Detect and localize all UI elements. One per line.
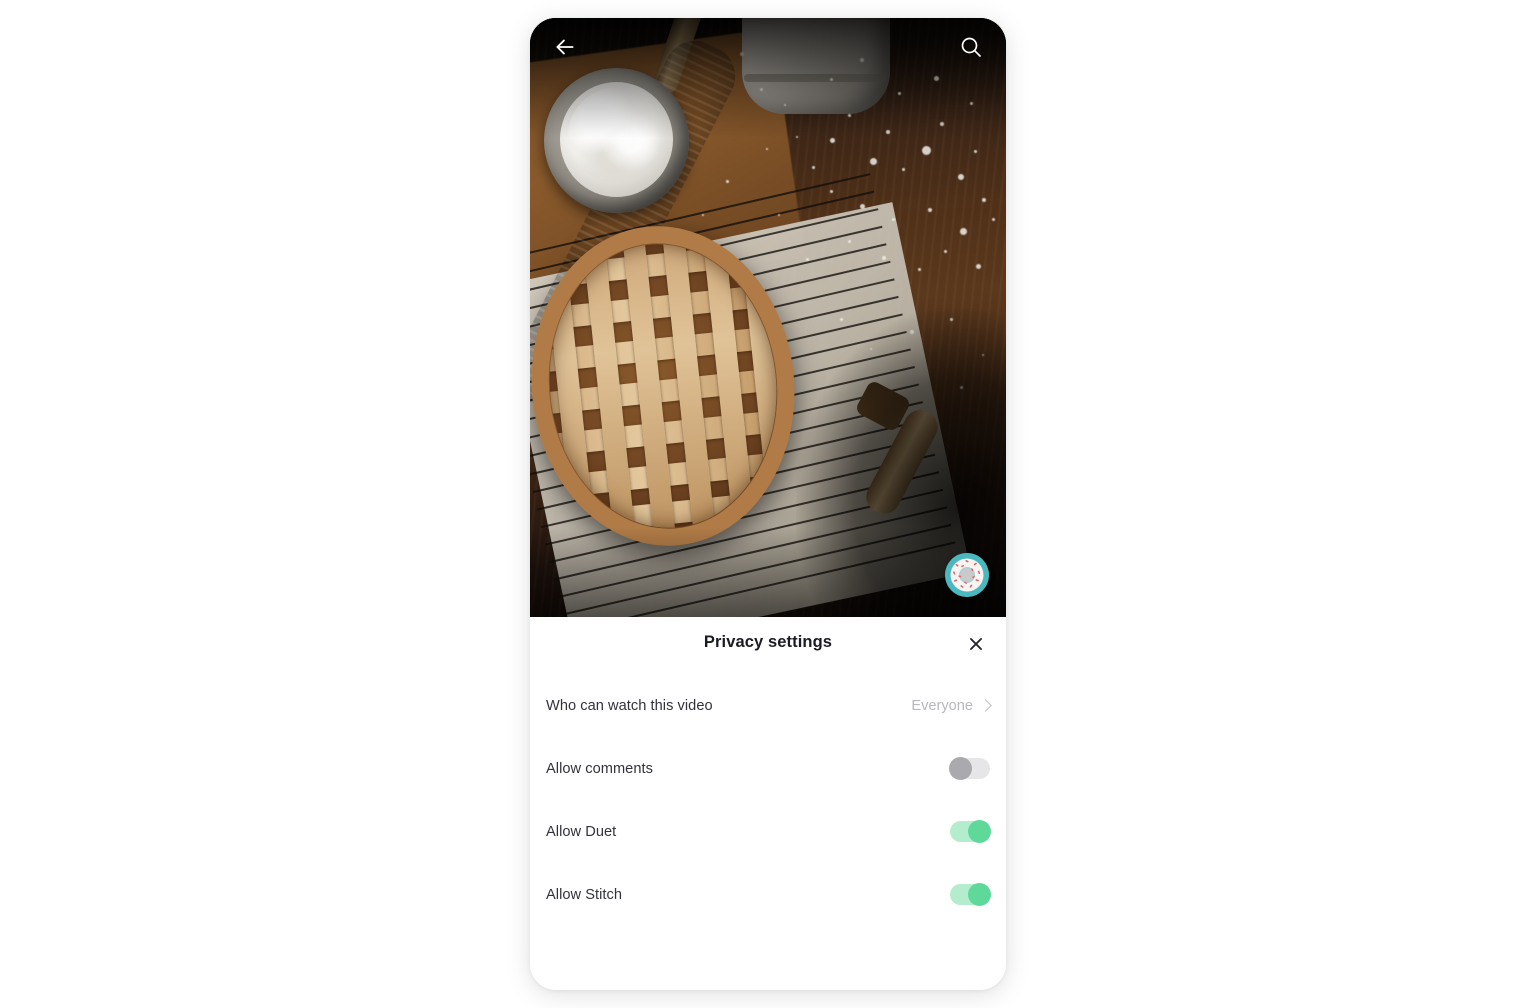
back-arrow-icon [552,34,578,65]
bottom-gradient-overlay [530,527,1006,617]
row-spacer [546,732,990,742]
row-spacer [546,795,990,805]
row-allow-stitch-label: Allow Stitch [546,886,623,903]
flour-speck [892,218,895,221]
flour-speck [974,150,977,153]
row-allow-duet[interactable]: Allow Duet [546,805,991,858]
privacy-settings-sheet: Privacy settings Who can watch this vide… [530,617,1006,990]
flour-speck [702,214,704,216]
video-top-bar [530,18,1006,80]
flour-speck [766,148,768,150]
back-button[interactable] [547,31,583,67]
screenshot-root: Privacy settings Who can watch this vide… [0,0,1536,1008]
row-spacer [546,858,990,868]
flour-speck [992,218,995,221]
chevron-right-icon [979,699,992,712]
row-who-can-watch-value-group: Everyone [911,697,992,714]
flour-speck [960,228,967,235]
flour-speck [918,268,921,271]
close-icon [968,636,984,657]
row-allow-duet-label: Allow Duet [546,823,617,840]
flour-speck [830,190,833,193]
flour-speck [812,166,815,169]
row-who-can-watch-label: Who can watch this video [546,697,713,714]
row-allow-comments[interactable]: Allow comments [546,742,990,795]
flour-speck [778,214,780,216]
music-disc-button[interactable] [945,553,989,597]
close-button[interactable] [959,629,993,663]
sheet-title: Privacy settings [703,633,833,651]
flour-speck [882,256,886,260]
flour-speck [806,258,809,261]
flour-speck [976,264,981,269]
row-allow-stitch[interactable]: Allow Stitch [546,868,991,921]
video-frame-image [530,18,1006,617]
row-who-can-watch[interactable]: Who can watch this video Everyone [546,679,992,732]
flour-speck [870,158,877,165]
search-icon [959,35,983,64]
flour-speck [860,204,865,209]
flour-speck [848,240,851,243]
flour-speck [830,138,835,143]
flour-speck [958,174,964,180]
row-who-can-watch-value: Everyone [911,697,973,714]
settings-row-list: Who can watch this video Everyone Allow … [530,679,1006,921]
flour-speck [922,146,931,155]
toggle-knob [968,820,991,843]
phone-frame: Privacy settings Who can watch this vide… [530,18,1006,990]
toggle-knob [949,757,972,780]
row-allow-comments-label: Allow comments [546,760,653,777]
toggle-allow-stitch[interactable] [950,883,991,906]
flour-speck [726,180,729,183]
video-player[interactable] [530,18,1006,617]
flour-speck [902,168,905,171]
sheet-header: Privacy settings [530,617,1006,679]
search-button[interactable] [953,31,989,67]
flour-speck [944,250,947,253]
toggle-allow-comments[interactable] [949,757,990,780]
flour-speck [928,208,932,212]
toggle-knob [968,883,991,906]
toggle-allow-duet[interactable] [950,820,991,843]
flour-speck [982,198,986,202]
